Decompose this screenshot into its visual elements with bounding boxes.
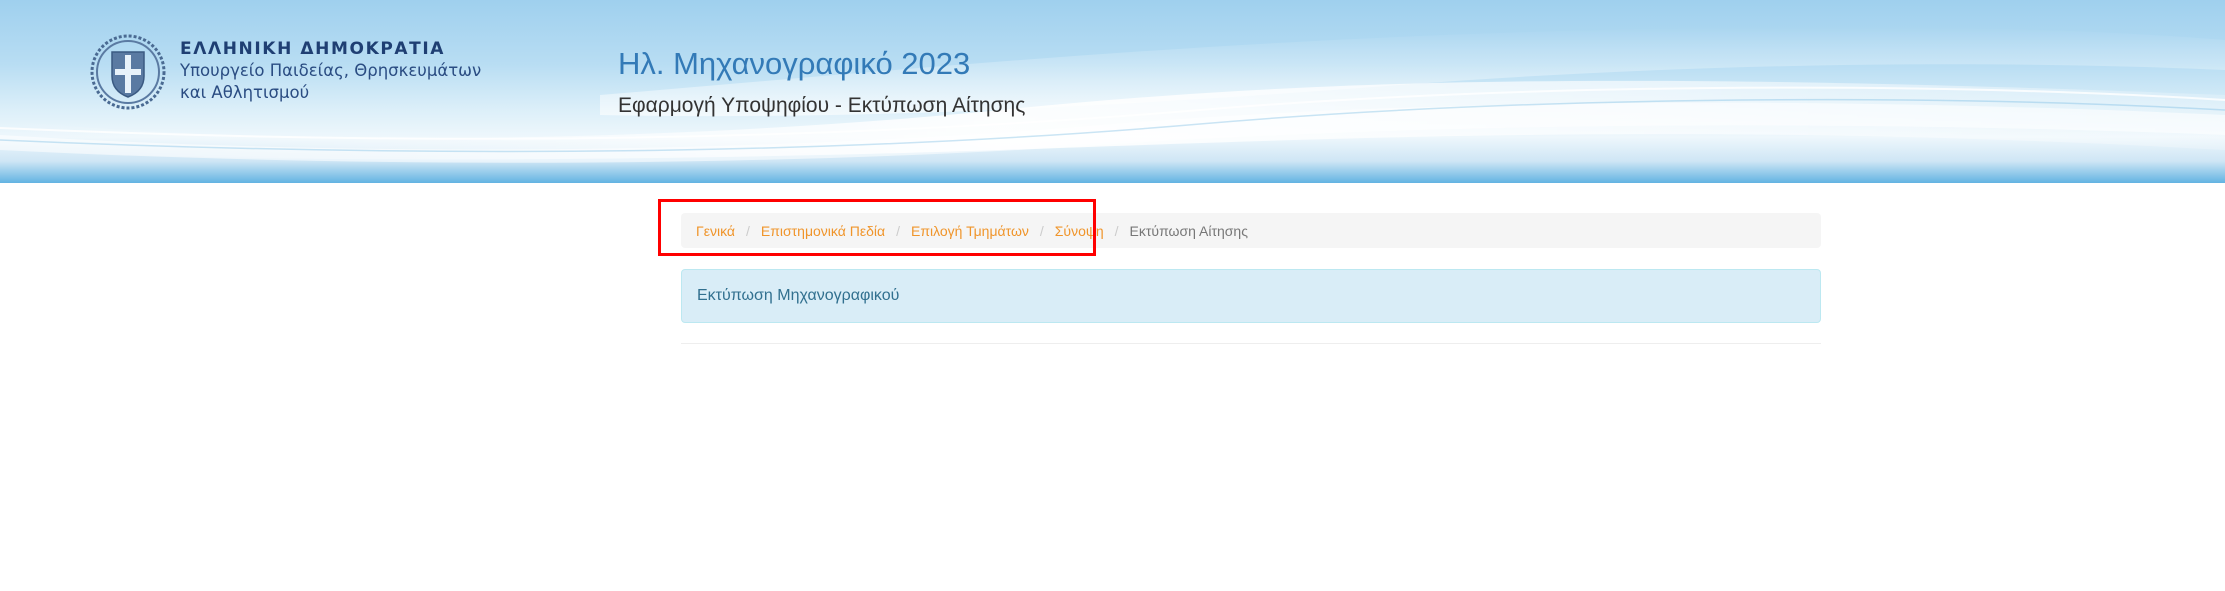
- page: ΕΛΛΗΝΙΚΗ ΔΗΜΟΚΡΑΤΙΑ Υπουργείο Παιδείας, …: [0, 0, 2225, 591]
- breadcrumb-item-print-application: Εκτύπωση Αίτησης: [1129, 222, 1248, 239]
- logo-ministry-line2: και Αθλητισμού: [180, 83, 310, 102]
- content-divider: [681, 343, 1821, 344]
- breadcrumb-item-department-selection[interactable]: Επιλογή Τμημάτων: [911, 223, 1029, 239]
- breadcrumb: Γενικά / Επιστημονικά Πεδία / Επιλογή Τμ…: [681, 213, 1821, 248]
- breadcrumb-separator: /: [1114, 222, 1119, 239]
- logo-ministry-line1: Υπουργείο Παιδείας, Θρησκευμάτων: [180, 61, 482, 80]
- breadcrumb-separator: /: [746, 222, 750, 239]
- breadcrumb-separator: /: [1039, 222, 1044, 239]
- breadcrumb-item-general[interactable]: Γενικά: [696, 223, 735, 239]
- greek-coat-of-arms-icon: [90, 34, 166, 110]
- breadcrumb-item-scientific-fields[interactable]: Επιστημονικά Πεδία: [761, 223, 885, 239]
- breadcrumb-item-summary[interactable]: Σύνοψη: [1055, 223, 1104, 239]
- logo-country-name: ΕΛΛΗΝΙΚΗ ΔΗΜΟΚΡΑΤΙΑ: [180, 39, 446, 59]
- info-panel-text: Εκτύπωση Μηχανογραφικού: [697, 287, 900, 304]
- info-panel-print: Εκτύπωση Μηχανογραφικού: [681, 269, 1821, 323]
- app-title: Ηλ. Μηχανογραφικό 2023: [618, 46, 971, 81]
- breadcrumb-separator: /: [896, 222, 900, 239]
- app-subtitle: Εφαρμογή Υποψηφίου - Εκτύπωση Αίτησης: [618, 94, 1026, 117]
- ministry-logo-text: ΕΛΛΗΝΙΚΗ ΔΗΜΟΚΡΑΤΙΑ Υπουργείο Παιδείας, …: [180, 38, 481, 104]
- header-banner: ΕΛΛΗΝΙΚΗ ΔΗΜΟΚΡΑΤΙΑ Υπουργείο Παιδείας, …: [0, 0, 2225, 183]
